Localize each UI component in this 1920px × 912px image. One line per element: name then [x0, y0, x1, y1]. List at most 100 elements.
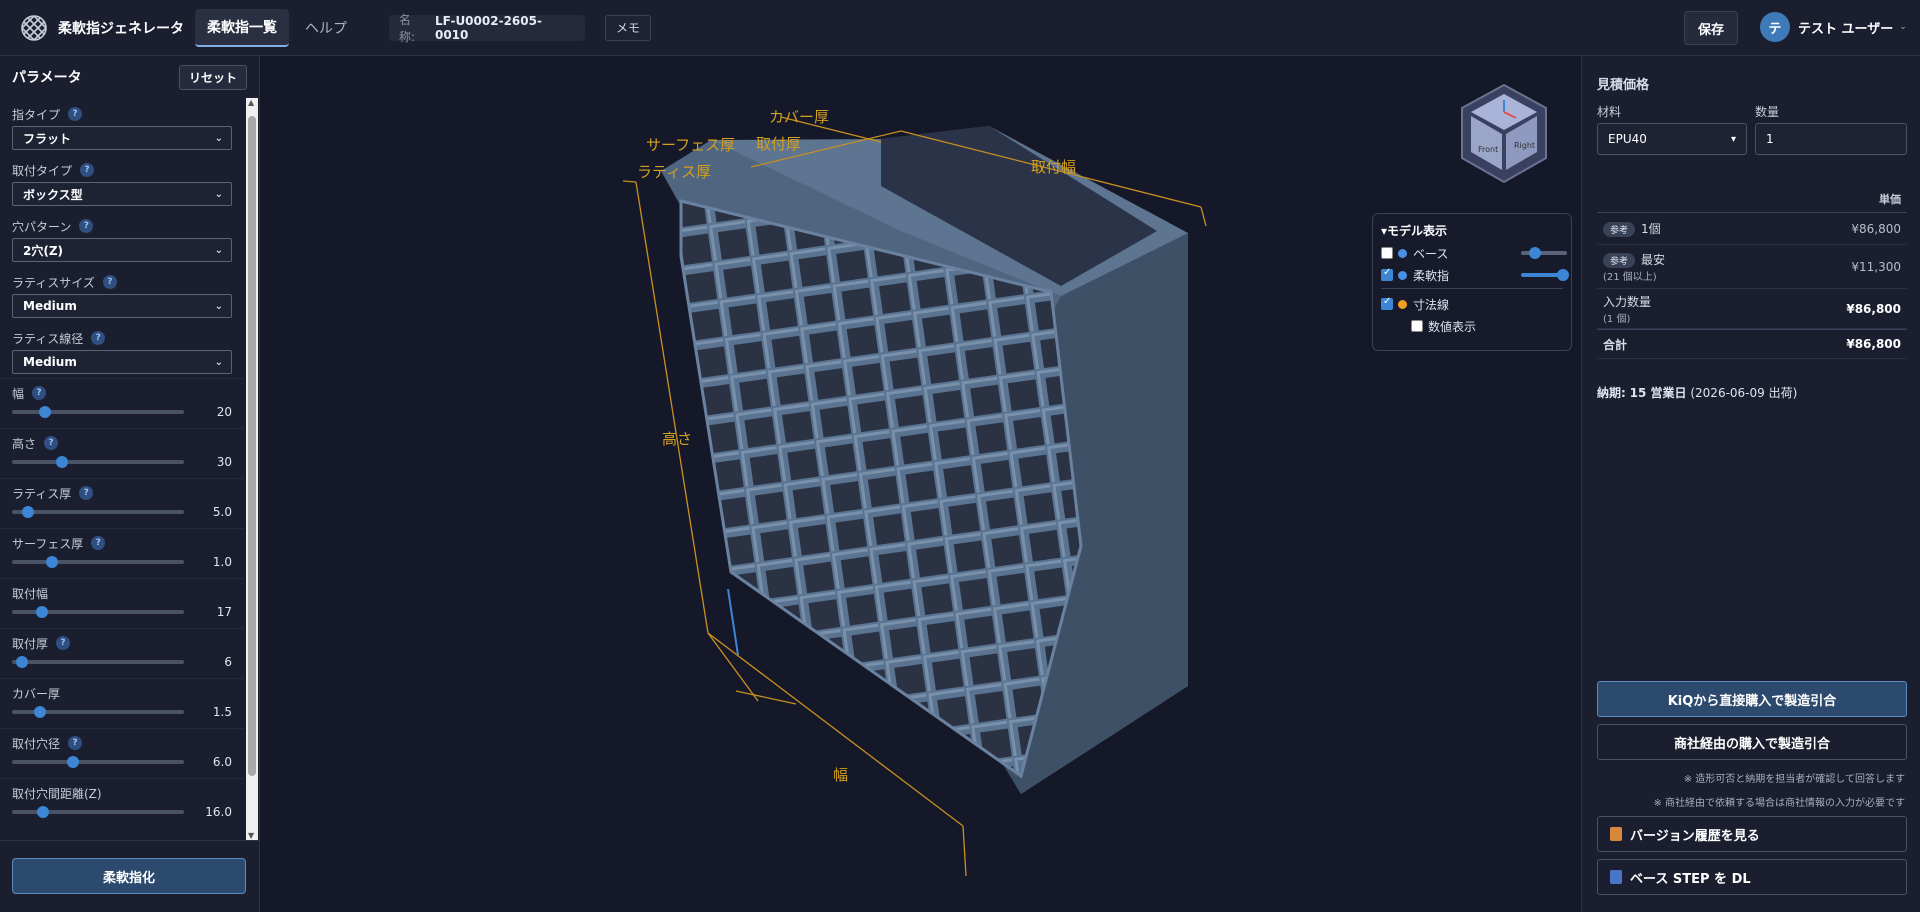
generate-button[interactable]: 柔軟指化	[12, 858, 246, 894]
param-slider[interactable]	[12, 656, 185, 668]
param-select-value: ボックス型	[23, 187, 83, 202]
param-slider-group: 取付穴間距離(Z) 16.0	[0, 778, 244, 828]
help-icon[interactable]: ?	[32, 386, 47, 400]
slider-thumb[interactable]	[46, 556, 59, 568]
version-history-button[interactable]: バージョン履歴を見る	[1597, 816, 1907, 852]
param-label-text: ラティス厚	[12, 486, 72, 501]
reset-button[interactable]: リセット	[178, 64, 247, 90]
param-select[interactable]: 2穴(Z) ⌄	[12, 238, 232, 262]
help-icon[interactable]: ?	[80, 163, 95, 177]
help-icon[interactable]: ?	[79, 219, 94, 233]
param-label-text: 取付厚	[12, 636, 49, 651]
base-opacity-slider[interactable]	[1521, 247, 1567, 259]
help-icon[interactable]: ?	[79, 486, 94, 500]
tab-finger-list[interactable]: 柔軟指一覧	[195, 8, 289, 47]
dimension-checkbox[interactable]	[1381, 296, 1393, 310]
chevron-down-icon: ⌄	[1899, 22, 1907, 32]
slider-thumb[interactable]	[33, 706, 46, 718]
value-display-checkbox[interactable]	[1411, 320, 1423, 332]
scrollbar-thumb[interactable]	[248, 116, 256, 776]
param-slider[interactable]	[12, 506, 185, 518]
scroll-up-icon[interactable]: ▲	[248, 98, 254, 107]
dim-width-label: 幅	[833, 766, 849, 784]
help-icon[interactable]: ?	[56, 636, 71, 650]
finger-opacity-slider[interactable]	[1521, 269, 1569, 281]
param-label-text: ラティス線径	[12, 331, 84, 346]
param-slider[interactable]	[12, 756, 185, 768]
slider-thumb[interactable]	[56, 456, 69, 468]
user-menu[interactable]: テ テスト ユーザー ⌄	[1760, 12, 1907, 42]
param-label: 取付穴間距離(Z)	[12, 785, 232, 801]
help-icon[interactable]: ?	[68, 736, 83, 750]
base-checkbox[interactable]	[1381, 247, 1393, 259]
name-field[interactable]: 名称: LF-U0002-2605-0010	[389, 13, 585, 44]
total-label: 合計	[1603, 337, 1628, 352]
trader-purchase-button[interactable]: 商社経由の購入で製造引合	[1597, 724, 1907, 760]
param-slider-group: サーフェス厚? 1.0	[0, 528, 244, 578]
scrollbar[interactable]: ▲ ▼	[246, 98, 258, 840]
param-slider[interactable]	[12, 806, 185, 818]
slider-row: 1.5	[12, 701, 232, 723]
param-label-text: 取付穴径	[12, 736, 61, 751]
chevron-down-icon: ⌄	[214, 132, 223, 144]
download-step-label: ベース STEP を DL	[1630, 871, 1751, 887]
param-select[interactable]: Medium ⌄	[12, 294, 232, 318]
param-slider[interactable]	[12, 406, 185, 418]
download-step-button[interactable]: ベース STEP を DL	[1597, 859, 1907, 895]
total-row: 合計 ¥86,800	[1597, 329, 1907, 359]
memo-button[interactable]: メモ	[605, 14, 652, 41]
dim-height-label: 高さ	[662, 430, 693, 448]
param-select[interactable]: ボックス型 ⌄	[12, 182, 232, 206]
param-slider-value: 16.0	[205, 805, 232, 819]
param-slider-value: 6	[224, 655, 232, 669]
app-logo[interactable]: 柔軟指ジェネレータ	[20, 14, 195, 42]
slider-thumb[interactable]	[37, 806, 50, 818]
slider-thumb[interactable]	[16, 656, 29, 668]
scroll-down-icon[interactable]: ▼	[248, 831, 254, 840]
3d-viewport[interactable]: カバー厚 サーフェス厚 取付厚 ラティス厚 取付幅 高さ 幅 Front Rig…	[261, 56, 1581, 912]
model-display-title[interactable]: ▾モデル表示	[1381, 222, 1563, 242]
name-value: LF-U0002-2605-0010	[434, 13, 542, 42]
name-label: 名称:	[399, 12, 416, 44]
quote-panel: 見積価格 材料 数量 EPU40 ▾ 1 単価 参考 1個 ¥86,800 参考最…	[1581, 56, 1920, 912]
param-select[interactable]: フラット ⌄	[12, 126, 232, 150]
chevron-down-icon: ⌄	[214, 244, 223, 256]
param-slider-value: 17	[216, 605, 232, 619]
finger-checkbox[interactable]	[1381, 267, 1393, 281]
value-display-label: 数値表示	[1428, 319, 1477, 334]
direct-purchase-button[interactable]: KiQから直接購入で製造引合	[1597, 681, 1907, 717]
param-label: 指タイプ?	[12, 106, 232, 122]
save-button[interactable]: 保存	[1684, 11, 1738, 45]
slider-thumb[interactable]	[39, 406, 52, 418]
view-cube-icon[interactable]: Front Right	[1454, 82, 1554, 186]
help-icon[interactable]: ?	[102, 275, 117, 289]
quantity-input[interactable]: 1	[1755, 123, 1907, 155]
value-display-row: 数値表示	[1381, 315, 1563, 337]
help-icon[interactable]: ?	[68, 107, 83, 121]
unit-price-header: 単価	[1597, 191, 1907, 213]
parameter-scroll-area[interactable]: 指タイプ? フラット ⌄ 取付タイプ? ボックス型 ⌄ 穴パターン? 2穴(Z) ⌄ ラティスサイ…	[0, 98, 260, 840]
slider-thumb[interactable]	[35, 606, 48, 618]
param-slider-value: 20	[216, 405, 232, 419]
delivery-days: 15 営業日	[1629, 386, 1687, 400]
param-slider[interactable]	[12, 456, 185, 468]
tab-help[interactable]: ヘルプ	[293, 10, 359, 46]
param-slider[interactable]	[12, 706, 185, 718]
material-value: EPU40	[1608, 132, 1647, 146]
param-label-text: 取付幅	[12, 586, 49, 601]
help-icon[interactable]: ?	[91, 536, 106, 550]
slider-thumb[interactable]	[66, 756, 79, 768]
param-label-text: 取付穴間距離(Z)	[12, 786, 102, 801]
param-select-value: フラット	[23, 131, 72, 146]
slider-thumb[interactable]	[21, 506, 34, 518]
param-select[interactable]: Medium ⌄	[12, 350, 232, 374]
help-icon[interactable]: ?	[44, 436, 59, 450]
param-slider[interactable]	[12, 606, 185, 618]
quantity-value: 1	[1766, 132, 1774, 146]
help-icon[interactable]: ?	[91, 331, 106, 345]
param-slider-group: 取付穴径? 6.0	[0, 728, 244, 778]
slider-row: 17	[12, 601, 232, 623]
cube-front-label: Front	[1478, 145, 1498, 154]
material-select[interactable]: EPU40 ▾	[1597, 123, 1747, 155]
param-slider[interactable]	[12, 556, 185, 568]
